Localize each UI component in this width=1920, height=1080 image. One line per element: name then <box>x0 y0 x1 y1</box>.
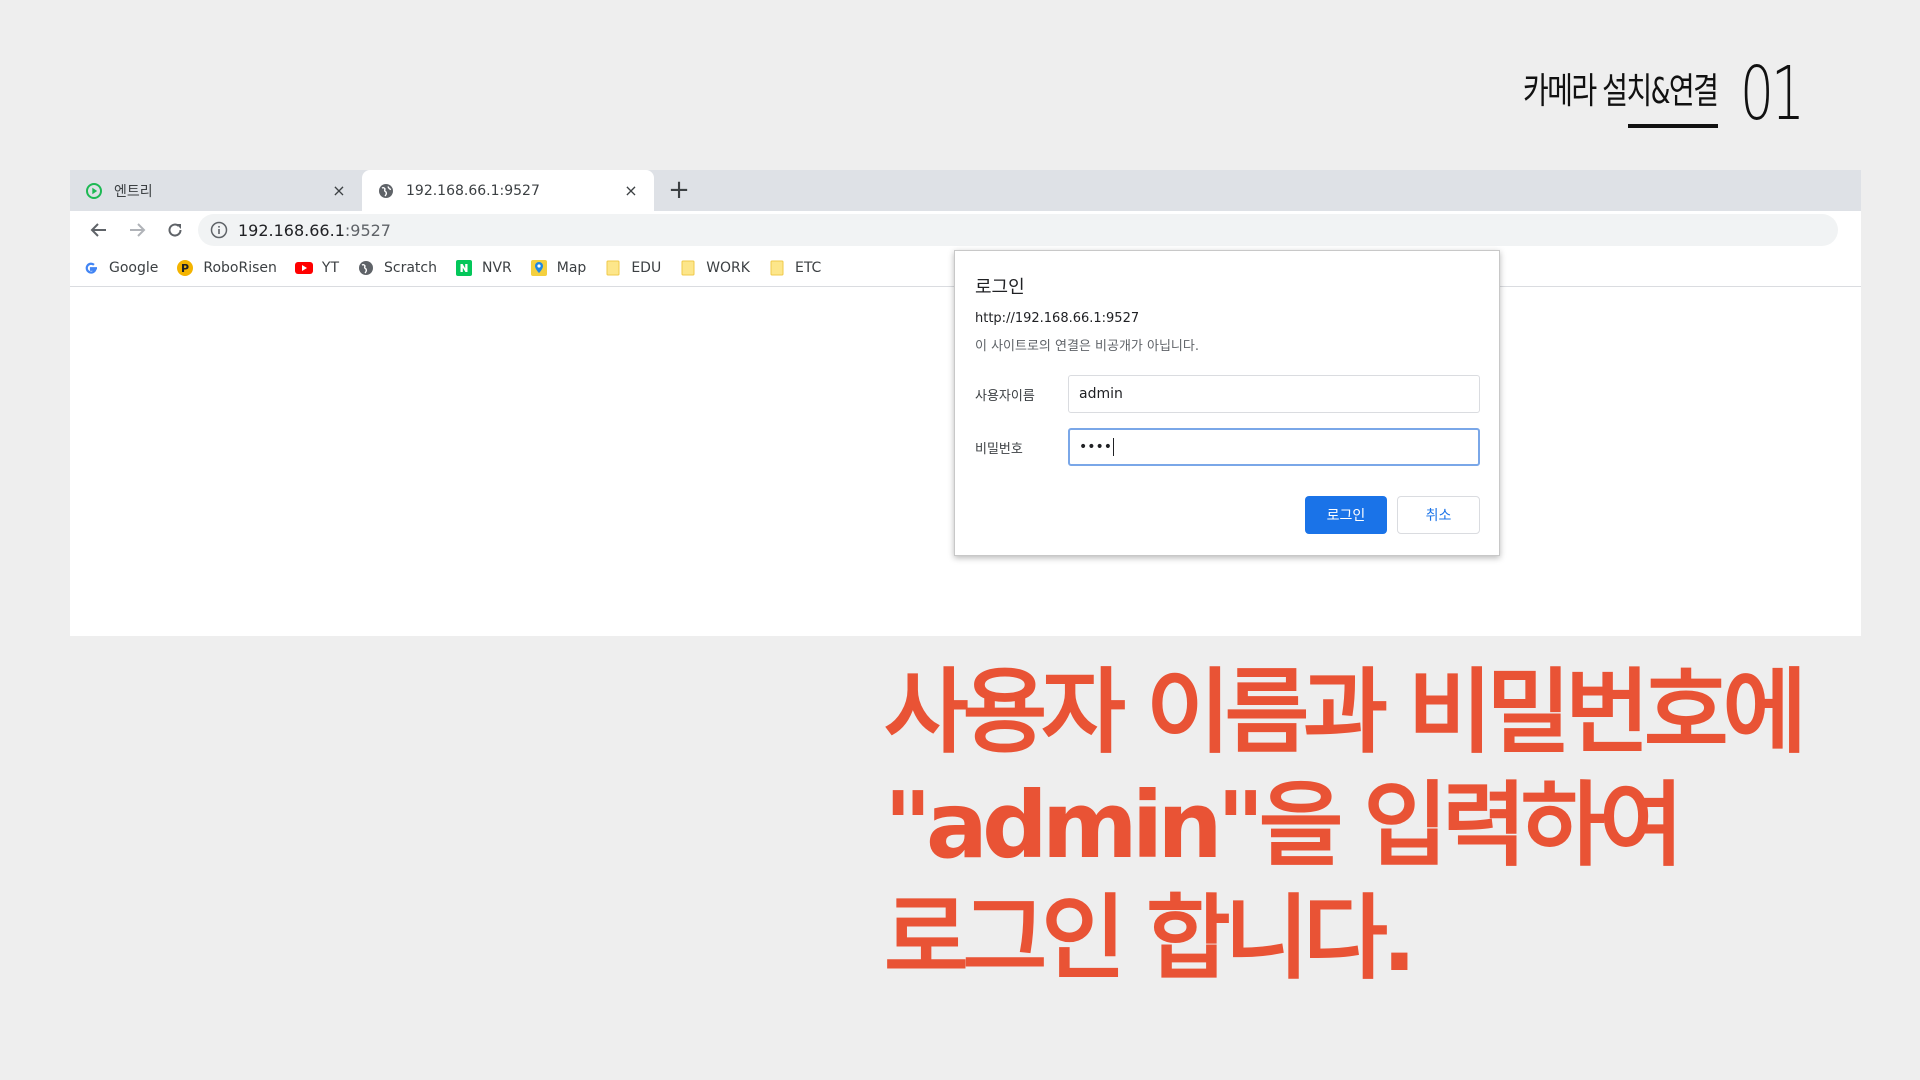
google-icon <box>82 259 100 277</box>
bookmark-label: Google <box>109 259 159 276</box>
login-dialog: 로그인 http://192.168.66.1:9527 이 사이트로의 연결은… <box>954 250 1500 556</box>
address-bar[interactable]: 192.168.66.1:9527 <box>198 214 1838 246</box>
login-button[interactable]: 로그인 <box>1305 496 1387 534</box>
bookmark-folder-edu[interactable]: EDU <box>604 259 661 277</box>
arrow-right-icon <box>130 223 146 237</box>
username-field[interactable]: admin <box>1068 375 1480 413</box>
tab-strip: 엔트리 × 192.168.66.1:9527 × + <box>70 170 1861 211</box>
slide-title: 카메라 설치&연결 <box>1523 71 1719 112</box>
password-value: •••• <box>1079 439 1113 455</box>
bookmark-label: RoboRisen <box>203 259 277 276</box>
bookmark-folder-etc[interactable]: ETC <box>768 259 821 277</box>
url-host: 192.168.66.1 <box>238 220 345 240</box>
reload-icon <box>168 223 182 237</box>
bookmark-label: Scratch <box>384 259 437 276</box>
bookmark-label: Map <box>556 259 587 276</box>
slide-header: 카메라 설치&연결 01 <box>1468 51 1826 137</box>
tab-entry[interactable]: 엔트리 × <box>70 170 362 211</box>
entry-play-icon <box>86 182 102 199</box>
slide-title-wrap: 카메라 설치&연결 <box>1468 58 1719 128</box>
password-field[interactable]: •••• <box>1068 428 1480 466</box>
bookmark-label: NVR <box>481 259 512 276</box>
forward-button[interactable] <box>118 215 156 245</box>
caption-line-1: 사용자 이름과 비밀번호에 <box>884 659 1807 766</box>
tab-label: 엔트리 <box>114 183 153 200</box>
bookmark-label: YT <box>321 259 339 276</box>
close-icon[interactable]: × <box>330 181 348 200</box>
bookmark-label: EDU <box>631 259 662 276</box>
tab-label: 192.168.66.1:9527 <box>406 182 540 199</box>
browser-toolbar: 192.168.66.1:9527 <box>70 211 1861 249</box>
url-port: :9527 <box>344 220 391 240</box>
slide-number: 01 <box>1739 51 1805 137</box>
back-button[interactable] <box>80 215 118 245</box>
globe-icon <box>378 183 394 199</box>
youtube-icon <box>294 259 313 277</box>
instruction-caption: 사용자 이름과 비밀번호에 "admin"을 입력하여 로그인 합니다. <box>884 656 1807 995</box>
info-icon[interactable] <box>210 221 228 239</box>
slide-title-underline <box>1627 124 1718 128</box>
username-label: 사용자이름 <box>975 389 1035 404</box>
svg-text:P: P <box>181 262 189 275</box>
bookmark-label: ETC <box>794 259 822 276</box>
password-label: 비밀번호 <box>975 442 1023 457</box>
text-caret <box>1113 438 1115 456</box>
dialog-origin: http://192.168.66.1:9527 <box>975 311 1140 326</box>
username-value: admin <box>1079 386 1123 402</box>
bookmark-nvr[interactable]: NVR <box>455 259 512 277</box>
map-icon <box>530 259 548 277</box>
naver-icon <box>455 259 473 277</box>
globe-icon <box>357 259 375 277</box>
dialog-warning: 이 사이트로의 연결은 비공개가 아닙니다. <box>975 339 1199 354</box>
folder-icon <box>604 259 622 277</box>
cancel-button[interactable]: 취소 <box>1397 496 1480 534</box>
bookmark-label: WORK <box>706 259 750 276</box>
close-icon[interactable]: × <box>622 181 640 200</box>
bookmark-map[interactable]: Map <box>530 259 587 277</box>
bookmark-yt[interactable]: YT <box>294 259 339 277</box>
new-tab-button[interactable]: + <box>666 177 692 203</box>
roborisen-icon: P <box>176 259 194 277</box>
caption-line-2: "admin"을 입력하여 <box>884 772 1684 879</box>
dialog-title: 로그인 <box>975 277 1025 298</box>
bookmark-folder-work[interactable]: WORK <box>679 259 750 277</box>
bookmark-google[interactable]: Google <box>82 259 158 277</box>
folder-icon <box>679 259 697 277</box>
arrow-left-icon <box>90 223 106 237</box>
caption-line-3: 로그인 합니다. <box>884 885 1417 992</box>
folder-icon <box>768 259 786 277</box>
bookmark-roborisen[interactable]: P RoboRisen <box>176 259 277 277</box>
reload-button[interactable] <box>156 215 194 245</box>
bookmark-scratch[interactable]: Scratch <box>357 259 437 277</box>
tab-login-page[interactable]: 192.168.66.1:9527 × <box>362 170 654 211</box>
